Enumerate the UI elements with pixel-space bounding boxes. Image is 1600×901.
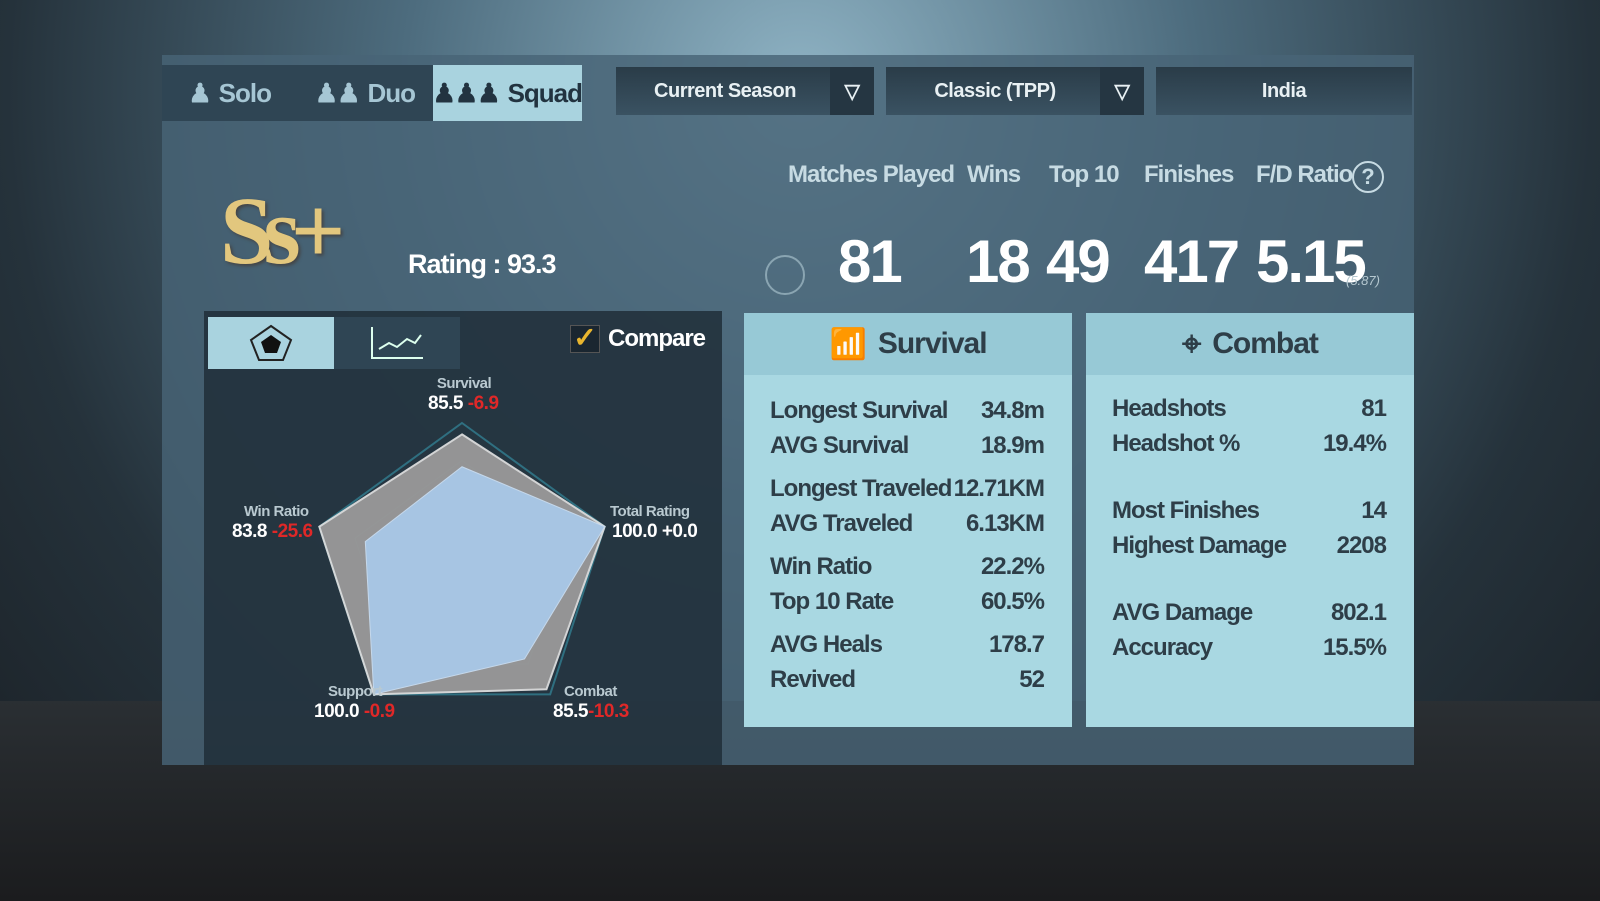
axis-label-support: Support <box>328 683 383 700</box>
stat-value: 60.5% <box>980 587 1045 615</box>
stat-row: Longest Traveled 12.71KM <box>744 471 1072 506</box>
stat-row: Win Ratio 22.2% <box>744 549 1072 584</box>
fd-sub-value: (5.87) <box>1346 273 1380 288</box>
stat-row: AVG Survival 18.9m <box>744 428 1072 463</box>
stat-label: Highest Damage <box>1112 531 1287 559</box>
stat-value: 18.9m <box>980 431 1045 459</box>
axis-value-combat: 85.5-10.3 <box>553 701 629 722</box>
stat-row: Headshot % 19.4% <box>1086 426 1414 461</box>
header-top10: Top 10 <box>1049 161 1120 188</box>
axis-value-survival: 85.5 -6.9 <box>428 393 499 414</box>
stat-value: 22.2% <box>980 552 1045 580</box>
radar-section: ✓ Compare Survival 85.5 -6.9 Total Ratin… <box>204 311 722 765</box>
stat-row: Highest Damage 2208 <box>1086 528 1414 563</box>
stat-value: 14 <box>1361 496 1387 524</box>
stat-row: Revived 52 <box>744 662 1072 697</box>
game-mode-dropdown[interactable]: Classic (TPP) ▽ <box>886 67 1144 115</box>
stat-label: AVG Traveled <box>770 509 913 537</box>
stat-label: Win Ratio <box>770 552 872 580</box>
region-button[interactable]: India <box>1156 67 1412 115</box>
axis-value-total-rating: 100.0 +0.0 <box>612 521 698 542</box>
stat-label: Revived <box>770 665 856 693</box>
tab-squad[interactable]: ♟♟♟ Squad <box>432 65 583 121</box>
help-icon[interactable]: ? <box>1352 161 1384 193</box>
chevron-down-icon: ▽ <box>1100 67 1144 115</box>
top10-value: 49 <box>1046 228 1111 295</box>
stat-label: Top 10 Rate <box>770 587 894 615</box>
stat-row: AVG Heals 178.7 <box>744 627 1072 662</box>
stat-label: Longest Traveled <box>770 474 952 502</box>
stat-row: AVG Traveled 6.13KM <box>744 506 1072 541</box>
stat-value: 81 <box>1361 394 1387 422</box>
axis-label-combat: Combat <box>564 683 617 700</box>
header-fd-ratio: F/D Ratio <box>1256 161 1353 188</box>
wins-value: 18 <box>966 228 1031 295</box>
finishes-value: 417 <box>1144 228 1240 295</box>
stat-value: 178.7 <box>988 630 1045 658</box>
stat-value: 802.1 <box>1330 598 1387 626</box>
chevron-down-icon: ▽ <box>830 67 874 115</box>
crosshair-icon: ⌖ <box>1182 324 1201 363</box>
solo-person-icon: ♟ <box>188 77 211 108</box>
stat-value: 34.8m <box>980 396 1045 424</box>
stat-label: Most Finishes <box>1112 496 1260 524</box>
header-finishes: Finishes <box>1144 161 1234 188</box>
bar-chart-rising-icon: 📶 <box>829 327 866 361</box>
stat-value: 6.13KM <box>965 509 1045 537</box>
stat-row: Accuracy 15.5% <box>1086 630 1414 665</box>
stat-value: 12.71KM <box>953 474 1045 502</box>
mode-tabs: ♟ Solo ♟♟ Duo ♟♟♟ Squad <box>162 65 583 121</box>
axis-label-total-rating: Total Rating <box>610 503 690 520</box>
rating-text: Rating : 93.3 <box>408 249 557 279</box>
axis-value-support: 100.0 -0.9 <box>314 701 395 722</box>
axis-label-win-ratio: Win Ratio <box>244 503 309 520</box>
stat-label: Longest Survival <box>770 396 948 424</box>
tier-badge: Ss+ <box>220 177 345 284</box>
stat-value: 15.5% <box>1322 633 1387 661</box>
axis-label-survival: Survival <box>436 375 492 392</box>
stat-row: Longest Survival 34.8m <box>744 393 1072 428</box>
stat-value: 2208 <box>1336 531 1387 559</box>
stat-label: AVG Damage <box>1112 598 1253 626</box>
survival-card: 📶 Survival Longest Survival 34.8m AVG Survi… <box>744 313 1072 727</box>
matches-value: 81 <box>838 228 903 295</box>
squad-people-icon: ♟♟♟ <box>432 77 501 108</box>
stat-row: Headshots 81 <box>1086 391 1414 426</box>
stat-label: Headshots <box>1112 394 1227 422</box>
stat-label: Headshot % <box>1112 429 1240 457</box>
tab-solo[interactable]: ♟ Solo <box>162 65 297 121</box>
axis-value-win-ratio: 83.8 -25.6 <box>232 521 313 542</box>
stat-row: Most Finishes 14 <box>1086 493 1414 528</box>
tab-duo[interactable]: ♟♟ Duo <box>297 65 432 121</box>
combat-card: ⌖ Combat Headshots 81 Headshot % 19.4% Most F… <box>1086 313 1414 727</box>
duo-people-icon: ♟♟ <box>314 77 361 108</box>
stat-label: AVG Survival <box>770 431 909 459</box>
stat-row: Top 10 Rate 60.5% <box>744 584 1072 619</box>
stat-label: Accuracy <box>1112 633 1213 661</box>
season-dropdown[interactable]: Current Season ▽ <box>616 67 874 115</box>
stats-panel: ♟ Solo ♟♟ Duo ♟♟♟ Squad Current Season ▽ Cla… <box>162 55 1414 765</box>
stat-value: 19.4% <box>1322 429 1387 457</box>
header-matches: Matches Played <box>788 161 955 188</box>
stat-label: AVG Heals <box>770 630 883 658</box>
circle-indicator <box>765 255 805 295</box>
header-wins: Wins <box>967 161 1021 188</box>
stat-row: AVG Damage 802.1 <box>1086 595 1414 630</box>
stat-value: 52 <box>1019 665 1045 693</box>
